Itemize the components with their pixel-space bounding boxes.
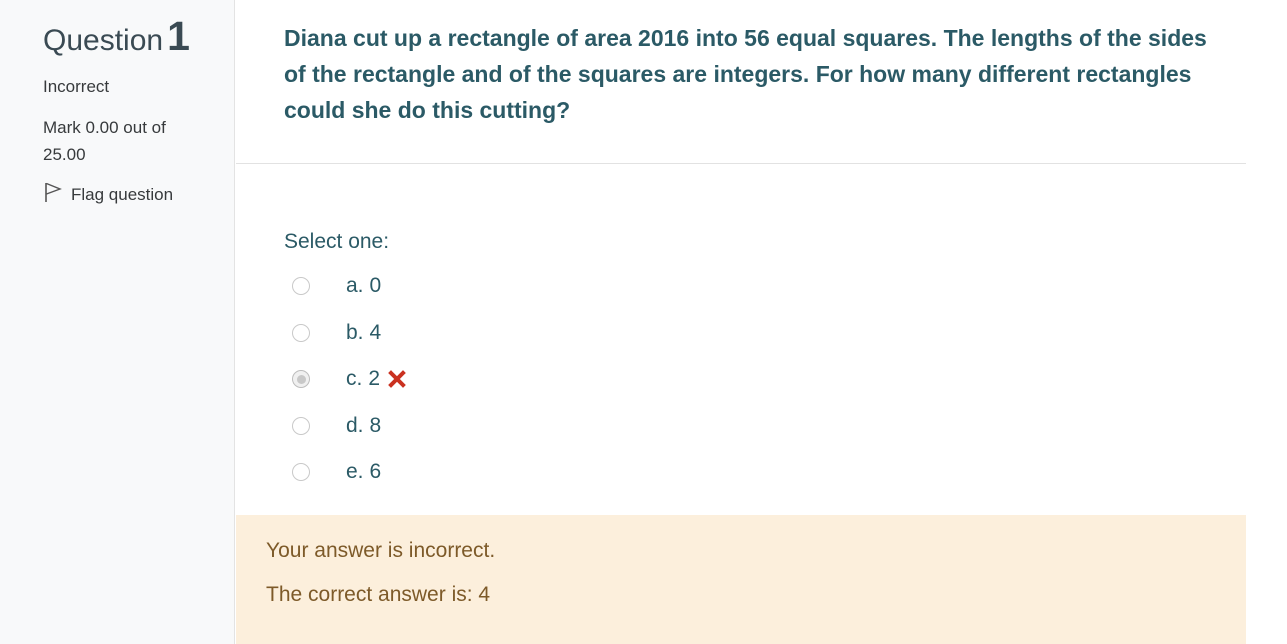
question-grade: Mark 0.00 out of 25.00: [43, 118, 166, 164]
answer-options: a. 0 b. 4 c. 2 d. 8 e. 6: [292, 263, 406, 496]
answer-label-d[interactable]: d. 8: [346, 412, 381, 440]
answer-option-e[interactable]: e. 6: [292, 449, 406, 496]
correct-answer-text: The correct answer is: 4: [266, 583, 491, 606]
divider: [236, 163, 1246, 164]
question-info-panel: Question1 Incorrect Mark 0.00 out of 25.…: [0, 0, 235, 644]
option-letter: a.: [346, 274, 364, 298]
answer-option-c[interactable]: c. 2: [292, 356, 406, 403]
radio-button-b[interactable]: [292, 323, 310, 342]
feedback-panel: Your answer is incorrect. The correct an…: [236, 515, 1246, 644]
flag-question-label: Flag question: [71, 185, 174, 204]
radio-button-a[interactable]: [292, 277, 310, 296]
option-letter: c.: [346, 367, 363, 391]
question-number: 1: [167, 13, 190, 59]
option-letter: b.: [346, 320, 364, 344]
feedback-status: Your answer is incorrect.: [266, 539, 496, 562]
answer-label-a[interactable]: a. 0: [346, 272, 381, 300]
answer-option-d[interactable]: d. 8: [292, 403, 406, 450]
radio-button-c[interactable]: [292, 370, 310, 389]
flag-icon: [43, 181, 71, 209]
answer-option-a[interactable]: a. 0: [292, 263, 406, 310]
flag-question-link[interactable]: Flag question: [43, 181, 173, 209]
option-value: 4: [369, 320, 382, 344]
answer-label-c[interactable]: c. 2: [346, 365, 406, 393]
radio-button-e[interactable]: [292, 463, 310, 482]
incorrect-cross-icon: [388, 370, 406, 389]
question-text: Diana cut up a rectangle of area 2016 in…: [284, 25, 1207, 123]
option-letter: e.: [346, 460, 364, 484]
option-value: 6: [369, 460, 382, 484]
radio-button-d[interactable]: [292, 416, 310, 435]
option-value: 2: [368, 367, 381, 391]
question-page: Question1 Incorrect Mark 0.00 out of 25.…: [0, 0, 1287, 644]
question-heading: Question1: [43, 14, 190, 63]
option-letter: d.: [346, 413, 364, 437]
question-word: Question: [43, 24, 164, 57]
option-value: 0: [369, 274, 382, 298]
select-one-prompt: Select one:: [284, 230, 390, 253]
question-state: Incorrect: [43, 77, 110, 96]
answer-option-b[interactable]: b. 4: [292, 310, 406, 357]
answer-label-e[interactable]: e. 6: [346, 458, 381, 486]
option-value: 8: [369, 413, 382, 437]
answer-label-b[interactable]: b. 4: [346, 319, 381, 347]
